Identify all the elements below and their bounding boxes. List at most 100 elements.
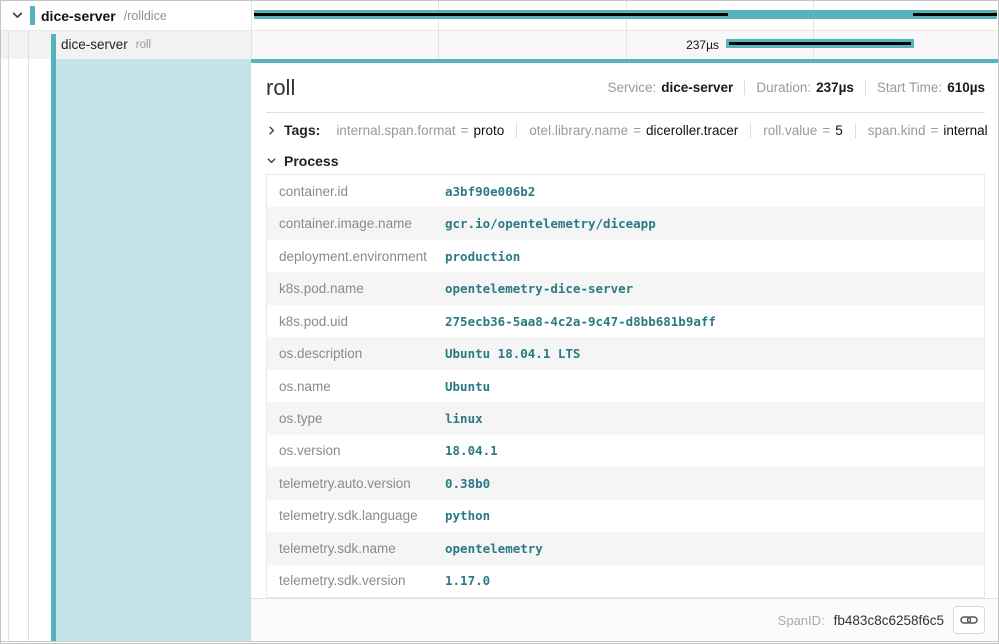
overview-value: 237µs xyxy=(816,80,854,95)
table-row: os.description Ubuntu 18.04.1 LTS xyxy=(267,337,984,369)
process-key: telemetry.sdk.version xyxy=(267,573,445,588)
tag-key: roll.value xyxy=(763,123,817,138)
overview-value: 610µs xyxy=(947,80,985,95)
process-key: telemetry.sdk.name xyxy=(267,541,445,556)
tree-indent-guide xyxy=(28,30,29,642)
process-key: os.type xyxy=(267,411,445,426)
detail-footer: SpanID: fb483c8c6258f6c5 xyxy=(251,598,999,641)
tags-section-label: Tags: xyxy=(284,122,320,138)
table-row: telemetry.sdk.name opentelemetry xyxy=(267,532,984,564)
overview-item: Service: dice-server xyxy=(596,80,744,95)
process-key: telemetry.sdk.language xyxy=(267,508,445,523)
process-toggle[interactable]: Process xyxy=(266,153,338,169)
process-key: k8s.pod.uid xyxy=(267,314,445,329)
process-key: k8s.pod.name xyxy=(267,281,445,296)
process-value: 0.38b0 xyxy=(445,476,490,491)
overview-item: Start Time: 610µs xyxy=(865,80,985,95)
process-key: container.image.name xyxy=(267,216,445,231)
span-service-name: dice-server xyxy=(61,37,128,52)
tags-section: Tags: internal.span.format = proto otel.li… xyxy=(266,113,985,147)
process-key: container.id xyxy=(267,184,445,199)
span-row-roll[interactable]: dice-server roll xyxy=(1,30,251,59)
table-row: container.image.name gcr.io/opentelemetr… xyxy=(267,207,984,239)
tag-value: proto xyxy=(474,123,505,138)
overview-value: dice-server xyxy=(661,80,733,95)
row-bottom-border xyxy=(1,641,998,642)
tags-toggle[interactable]: Tags: xyxy=(266,122,320,138)
tag-equals: = xyxy=(822,123,830,138)
spanid-value: fb483c8c6258f6c5 xyxy=(834,613,944,628)
process-value: Ubuntu xyxy=(445,379,490,394)
process-value: linux xyxy=(445,411,483,426)
process-key: os.description xyxy=(267,346,445,361)
row-separator xyxy=(1,30,998,31)
chevron-right-icon xyxy=(266,125,277,136)
process-value: a3bf90e006b2 xyxy=(445,184,535,199)
expanded-span-highlight xyxy=(56,59,251,642)
span-operation-name: /rolldice xyxy=(124,9,167,23)
table-row: k8s.pod.name opentelemetry-dice-server xyxy=(267,272,984,304)
overview-label: Start Time: xyxy=(877,80,942,95)
overview-item: Duration: 237µs xyxy=(744,80,865,95)
overview-label: Duration: xyxy=(756,80,811,95)
tag-equals: = xyxy=(633,123,641,138)
table-row: os.name Ubuntu xyxy=(267,370,984,402)
tag-value: internal xyxy=(943,123,987,138)
span-bar-rolldice[interactable] xyxy=(254,10,997,19)
deep-link-button[interactable] xyxy=(953,606,985,634)
span-color-swatch xyxy=(30,6,35,25)
table-row: telemetry.auto.version 0.38b0 xyxy=(267,467,984,499)
process-value: 18.04.1 xyxy=(445,443,498,458)
tag-key: otel.library.name xyxy=(529,123,628,138)
process-key-value-table: container.id a3bf90e006b2 container.imag… xyxy=(266,174,985,598)
process-key: os.name xyxy=(267,379,445,394)
span-duration-label: 237µs xyxy=(579,30,719,59)
table-row: deployment.environment production xyxy=(267,240,984,272)
tag-equals: = xyxy=(931,123,939,138)
span-color-bar xyxy=(51,34,56,642)
process-value: Ubuntu 18.04.1 LTS xyxy=(445,346,580,361)
span-overview: Service: dice-server Duration: 237µs Start… xyxy=(596,80,985,95)
table-row: os.version 18.04.1 xyxy=(267,435,984,467)
process-section-label: Process xyxy=(284,153,338,169)
link-icon xyxy=(960,614,978,626)
process-key: deployment.environment xyxy=(267,249,445,264)
overview-label: Service: xyxy=(607,80,656,95)
tag-item: otel.library.name = diceroller.tracer xyxy=(516,123,750,138)
tag-item: span.kind = internal xyxy=(855,123,999,138)
span-title: roll xyxy=(266,75,295,101)
process-value: opentelemetry xyxy=(445,541,543,556)
table-row: os.type linux xyxy=(267,402,984,434)
chevron-down-icon[interactable] xyxy=(11,9,24,22)
process-value: opentelemetry-dice-server xyxy=(445,281,633,296)
critical-path-segment xyxy=(913,13,997,16)
tags-list: internal.span.format = proto otel.library.… xyxy=(324,123,999,138)
tag-key: span.kind xyxy=(868,123,926,138)
jaeger-trace-span-view: dice-server /rolldice dice-server roll 2… xyxy=(0,0,999,644)
process-value: 1.17.0 xyxy=(445,573,490,588)
process-value: production xyxy=(445,249,520,264)
timeline-gridline xyxy=(251,1,252,59)
spanid-label: SpanID: xyxy=(778,613,825,628)
span-row-rolldice[interactable]: dice-server /rolldice xyxy=(1,1,251,30)
tree-indent-guide xyxy=(8,30,9,642)
critical-path-segment xyxy=(254,13,728,16)
process-key: telemetry.auto.version xyxy=(267,476,445,491)
tag-value: diceroller.tracer xyxy=(646,123,738,138)
chevron-down-icon xyxy=(266,155,277,166)
process-value: 275ecb36-5aa8-4c2a-9c47-d8bb681b9aff xyxy=(445,314,716,329)
span-operation-name: roll xyxy=(136,39,151,51)
span-detail-panel: roll Service: dice-server Duration: 237µs … xyxy=(251,63,999,641)
tag-key: internal.span.format xyxy=(336,123,455,138)
span-bar-roll[interactable] xyxy=(726,39,914,48)
tag-equals: = xyxy=(461,123,469,138)
process-value: gcr.io/opentelemetry/diceapp xyxy=(445,216,656,231)
table-row: telemetry.sdk.version 1.17.0 xyxy=(267,565,984,597)
critical-path-segment xyxy=(729,42,911,45)
table-row: telemetry.sdk.language python xyxy=(267,500,984,532)
tag-item: internal.span.format = proto xyxy=(324,123,516,138)
span-service-name: dice-server xyxy=(41,8,116,24)
table-row: container.id a3bf90e006b2 xyxy=(267,175,984,207)
detail-header: roll Service: dice-server Duration: 237µs … xyxy=(266,63,985,113)
process-value: python xyxy=(445,508,490,523)
